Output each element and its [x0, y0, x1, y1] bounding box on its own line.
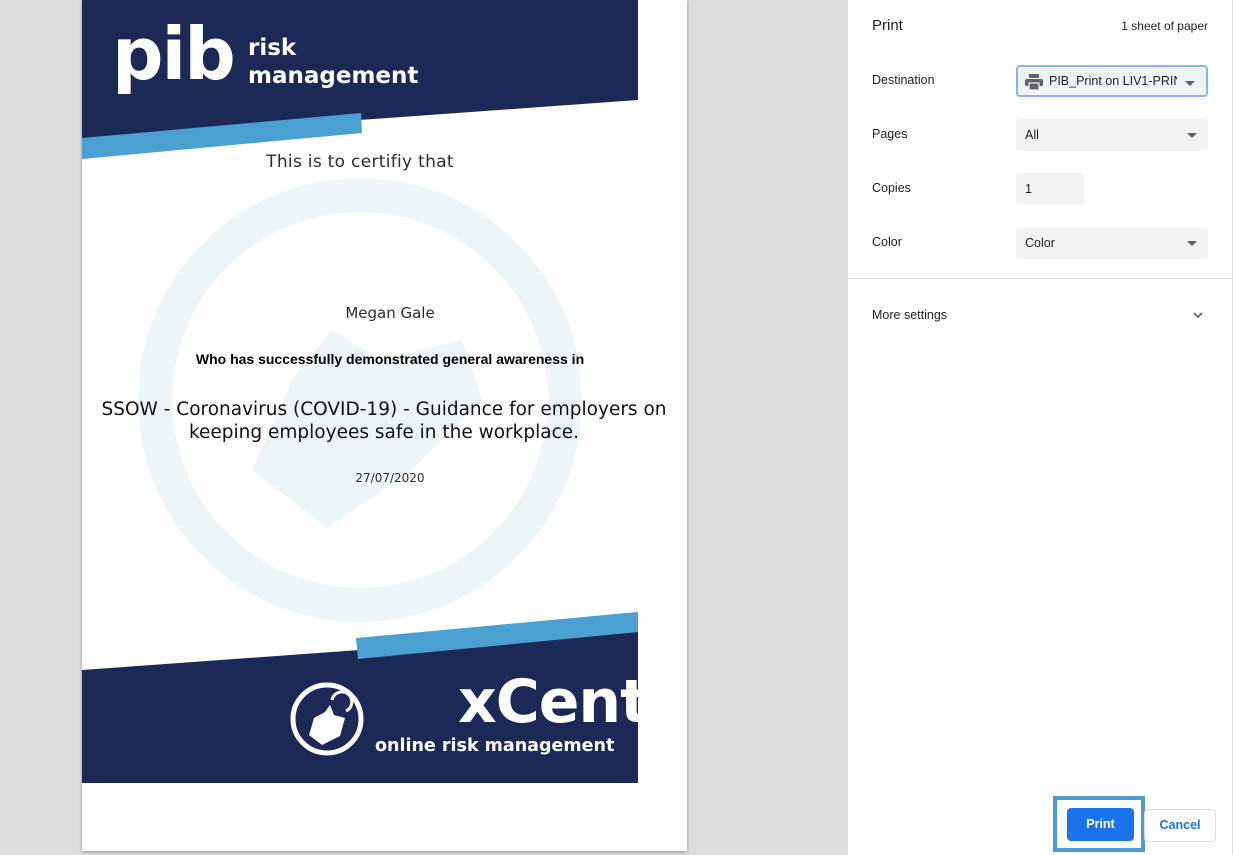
panel-title: Print	[872, 17, 903, 34]
course-title-line1: SSOW - Coronavirus (COVID-19) - Guidance…	[101, 399, 667, 420]
print-settings-panel: Print 1 sheet of paper Destination PIB_P…	[848, 0, 1233, 855]
certify-text: This is to certifiy that	[266, 152, 454, 172]
xcenta-brand: xCenta	[458, 667, 687, 737]
print-button[interactable]: Print	[1067, 808, 1134, 841]
print-preview-area: pib risk management This is to certifiy …	[0, 0, 848, 855]
dropdown-arrow-icon	[1185, 81, 1195, 86]
color-value: Color	[1025, 236, 1055, 250]
course-title: SSOW - Coronavirus (COVID-19) - Guidance…	[82, 398, 686, 444]
chevron-down-icon[interactable]	[1192, 309, 1204, 321]
course-title-line2: keeping employees safe in the workplace.	[188, 422, 580, 443]
awareness-text: Who has successfully demonstrated genera…	[195, 351, 585, 367]
certificate-date: 27/07/2020	[355, 471, 425, 485]
pages-value: All	[1025, 128, 1039, 142]
recipient-name: Megan Gale	[345, 304, 435, 322]
dropdown-arrow-icon	[1187, 241, 1197, 246]
destination-value: PIB_Print on LIV1-PRINT	[1049, 74, 1177, 88]
copies-label: Copies	[872, 181, 911, 195]
destination-label: Destination	[872, 73, 935, 87]
pages-label: Pages	[872, 127, 908, 141]
pib-logo: pib	[112, 12, 236, 96]
more-settings-toggle[interactable]: More settings	[872, 308, 947, 322]
copies-value: 1	[1025, 182, 1032, 196]
destination-select[interactable]: PIB_Print on LIV1-PRINT	[1016, 65, 1208, 97]
printer-icon	[1025, 74, 1043, 90]
pages-select[interactable]: All	[1016, 119, 1208, 151]
logo-risk-line: risk	[248, 35, 297, 61]
copies-input[interactable]: 1	[1016, 173, 1084, 205]
logo-management-line: management	[248, 63, 419, 89]
color-select[interactable]: Color	[1016, 227, 1208, 259]
xcenta-tagline: online risk management	[375, 736, 615, 756]
risk-management-logo: risk management	[248, 34, 418, 90]
certificate-page: pib risk management This is to certifiy …	[82, 0, 687, 851]
panel-divider	[848, 278, 1232, 279]
color-label: Color	[872, 235, 902, 249]
sheet-count: 1 sheet of paper	[1121, 19, 1208, 33]
cancel-button[interactable]: Cancel	[1144, 809, 1216, 842]
dropdown-arrow-icon	[1187, 133, 1197, 138]
